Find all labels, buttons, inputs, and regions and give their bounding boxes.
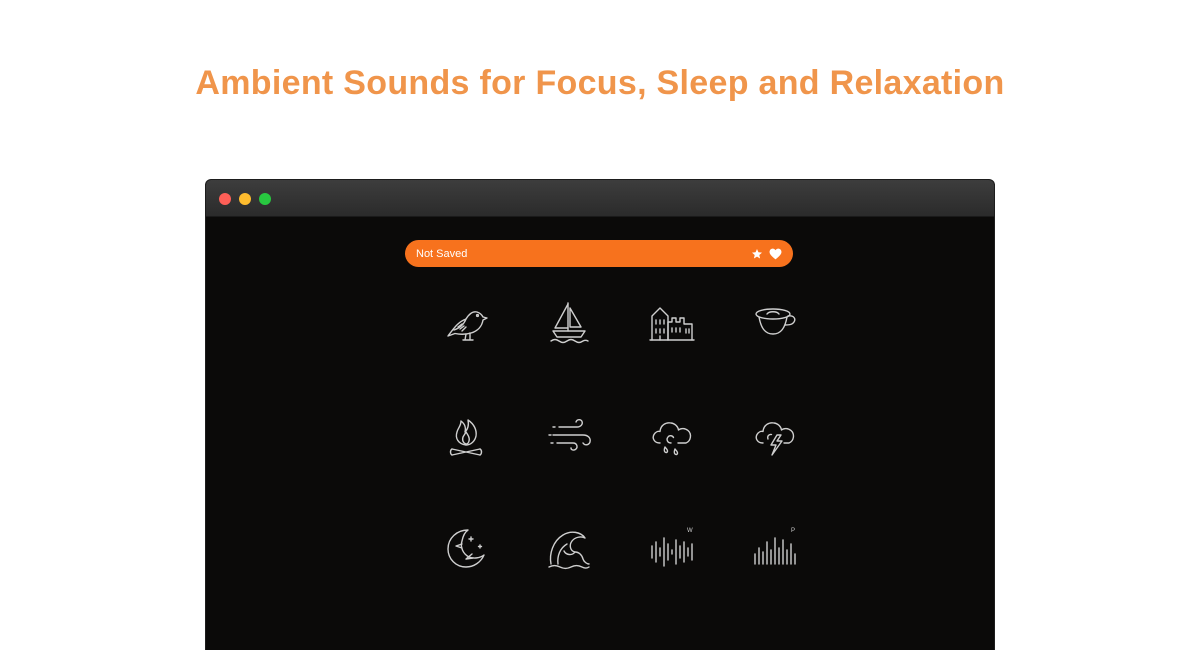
sound-tile-thunderstorm[interactable] (723, 411, 826, 524)
save-actions (750, 247, 782, 260)
sound-tile-pink-noise[interactable]: P (723, 524, 826, 637)
sound-tile-bird[interactable] (414, 298, 517, 411)
sound-tile-night[interactable] (414, 524, 517, 637)
sound-tile-rain[interactable] (620, 411, 723, 524)
thunderstorm-icon (755, 422, 794, 456)
close-window-button[interactable] (219, 193, 231, 205)
coffee-cup-icon (754, 308, 795, 335)
sound-grid: W P (414, 298, 826, 637)
ocean-wave-icon (547, 531, 590, 570)
white-noise-badge: W (687, 528, 693, 534)
bird-icon (446, 311, 488, 341)
heart-icon[interactable] (769, 247, 782, 260)
sound-tile-wind[interactable] (517, 411, 620, 524)
sound-tile-campfire[interactable] (414, 411, 517, 524)
campfire-icon (449, 419, 482, 456)
save-status-text: Not Saved (416, 247, 468, 260)
minimize-window-button[interactable] (239, 193, 251, 205)
page-headline: Ambient Sounds for Focus, Sleep and Rela… (195, 64, 1005, 102)
pink-noise-badge: P (791, 528, 795, 534)
moon-night-icon (446, 529, 485, 568)
star-icon[interactable] (750, 247, 763, 260)
zoom-window-button[interactable] (259, 193, 271, 205)
sound-tile-coffee[interactable] (723, 298, 826, 411)
sound-tile-white-noise[interactable]: W (620, 524, 723, 637)
pink-noise-icon: P (753, 528, 796, 565)
rain-cloud-icon (652, 422, 691, 456)
sound-tile-ocean[interactable] (517, 524, 620, 637)
wind-icon (547, 418, 591, 451)
sailboat-icon (549, 302, 589, 344)
title-bar (206, 180, 994, 217)
app-window: Not Saved W P (206, 180, 994, 650)
save-status-bar: Not Saved (405, 240, 793, 267)
sound-tile-city[interactable] (620, 298, 723, 411)
white-noise-icon: W (650, 528, 693, 567)
sound-tile-sailboat[interactable] (517, 298, 620, 411)
city-icon (648, 307, 695, 341)
